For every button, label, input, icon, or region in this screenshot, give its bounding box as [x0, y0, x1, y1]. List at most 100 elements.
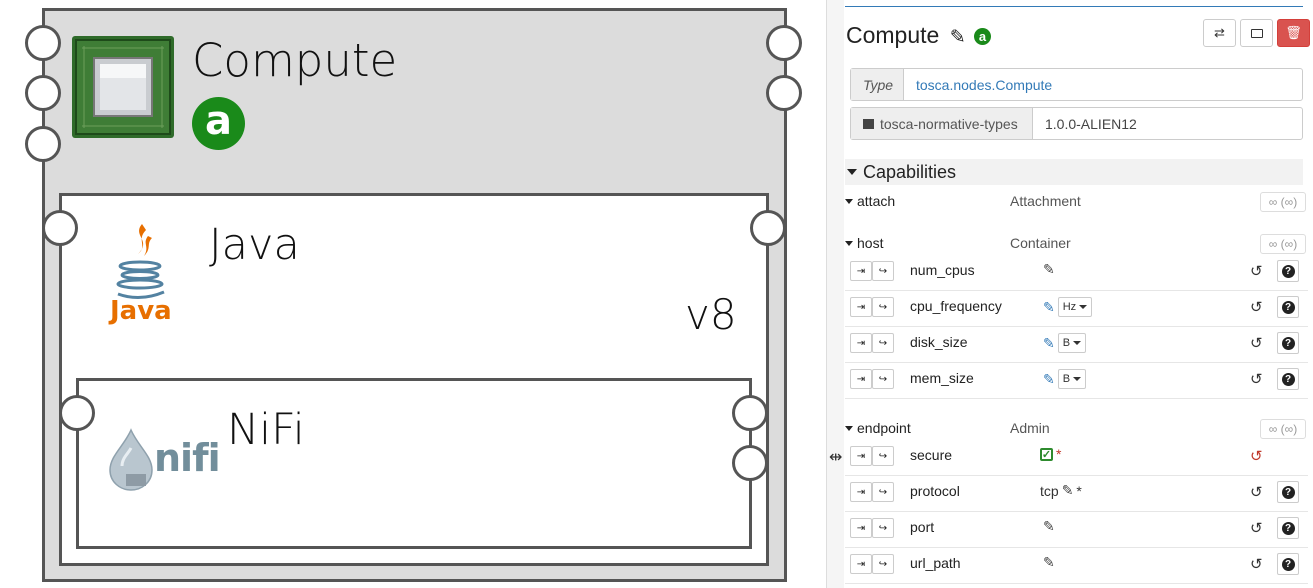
output-mapping-button[interactable]: ↪: [872, 333, 894, 353]
capability-endpoint-toggle[interactable]: endpoint: [845, 420, 911, 436]
question-icon: ?: [1281, 300, 1295, 314]
archive-version: 1.0.0-ALIEN12: [1045, 115, 1137, 132]
panel-splitter[interactable]: [826, 0, 844, 588]
compute-port-left-3[interactable]: [25, 126, 61, 162]
required-marker: *: [1076, 482, 1082, 499]
output-mapping-button[interactable]: ↪: [872, 369, 894, 389]
output-mapping-button[interactable]: ↪: [872, 261, 894, 281]
input-mapping-button[interactable]: ⇥: [850, 261, 872, 281]
property-value: ✎: [1040, 261, 1055, 278]
capability-bounds[interactable]: ∞ (∞): [1260, 192, 1306, 212]
delete-node-button[interactable]: 🗑: [1277, 19, 1310, 47]
property-value-text: tcp: [1040, 482, 1059, 499]
reset-property-icon[interactable]: ↺: [1250, 262, 1263, 280]
input-mapping-button[interactable]: ⇥: [850, 369, 872, 389]
caret-down-icon: [845, 425, 853, 431]
output-mapping-button[interactable]: ↪: [872, 518, 894, 538]
reset-property-icon[interactable]: ↺: [1250, 555, 1263, 573]
reset-property-icon[interactable]: ↺: [1250, 519, 1263, 537]
nifi-port-right-1[interactable]: [732, 395, 768, 431]
property-help-button[interactable]: ?: [1277, 296, 1299, 318]
resize-handle-icon[interactable]: ⇹: [829, 447, 842, 467]
type-value-link[interactable]: tosca.nodes.Compute: [904, 69, 1064, 100]
share-icon: ↪: [878, 301, 888, 313]
sign-in-icon: ⇥: [856, 558, 866, 570]
compute-port-left-1[interactable]: [25, 25, 61, 61]
property-row: ⇥ ↪ cpu_frequency ✎ Hz ↺ ?: [845, 291, 1308, 327]
nifi-port-left[interactable]: [59, 395, 95, 431]
property-value: ✎ B: [1040, 333, 1087, 353]
property-help-button[interactable]: ?: [1277, 260, 1299, 282]
property-row: ⇥ ↪ port ✎ ↺ ?: [845, 512, 1308, 548]
archive-info-box: tosca-normative-types 1.0.0-ALIEN12: [850, 107, 1303, 140]
capabilities-section-toggle[interactable]: Capabilities: [845, 159, 1303, 185]
capability-host-toggle[interactable]: host: [845, 235, 883, 251]
caret-down-icon: [1073, 377, 1082, 381]
reset-property-icon[interactable]: ↺: [1250, 483, 1263, 501]
archive-icon: [863, 118, 874, 129]
capability-type: Admin: [1010, 420, 1050, 436]
caret-down-icon: [847, 169, 857, 175]
output-mapping-button[interactable]: ↪: [872, 297, 894, 317]
property-help-button[interactable]: ?: [1277, 332, 1299, 354]
share-icon: ↪: [878, 450, 888, 462]
archive-label: tosca-normative-types: [851, 108, 1033, 139]
property-row: ⇥ ↪ protocol tcp ✎ * ↺ ?: [845, 476, 1308, 512]
sign-in-icon: ⇥: [856, 522, 866, 534]
property-name: num_cpus: [910, 262, 975, 278]
sign-in-icon: ⇥: [856, 265, 866, 277]
unit-select[interactable]: B: [1057, 369, 1087, 389]
edit-property-icon[interactable]: ✎: [1043, 518, 1055, 535]
output-mapping-button[interactable]: ↪: [872, 482, 894, 502]
unit-select[interactable]: Hz: [1057, 297, 1093, 317]
input-mapping-button[interactable]: ⇥: [850, 297, 872, 317]
input-mapping-button[interactable]: ⇥: [850, 333, 872, 353]
compute-port-right-1[interactable]: [766, 25, 802, 61]
input-mapping-button[interactable]: ⇥: [850, 446, 872, 466]
compute-port-left-2[interactable]: [25, 75, 61, 111]
required-marker: *: [1056, 446, 1062, 462]
property-help-button[interactable]: ?: [1277, 481, 1299, 503]
capability-bounds[interactable]: ∞ (∞): [1260, 419, 1306, 439]
edit-property-icon[interactable]: ✎: [1043, 371, 1055, 388]
compute-port-right-2[interactable]: [766, 75, 802, 111]
input-mapping-button[interactable]: ⇥: [850, 518, 872, 538]
replace-node-button[interactable]: ⇄: [1203, 19, 1236, 47]
share-icon: ↪: [878, 373, 888, 385]
output-mapping-button[interactable]: ↪: [872, 446, 894, 466]
property-value: ✎ Hz: [1040, 297, 1093, 317]
edit-property-icon[interactable]: ✎: [1043, 335, 1055, 352]
reset-property-icon[interactable]: ↺: [1250, 298, 1263, 316]
question-icon: ?: [1281, 372, 1295, 386]
caret-down-icon: [1079, 305, 1088, 309]
checkbox-checked-icon[interactable]: ✓: [1040, 447, 1053, 461]
topology-canvas[interactable]: Compute a Java Java v8 nifi NiFi: [0, 0, 826, 588]
reset-property-icon[interactable]: ↺: [1250, 447, 1263, 465]
property-name: mem_size: [910, 370, 974, 386]
property-help-button[interactable]: ?: [1277, 517, 1299, 539]
property-row: ⇥ ↪ secure ✓ * ↺: [845, 440, 1308, 476]
property-help-button[interactable]: ?: [1277, 368, 1299, 390]
edit-name-icon[interactable]: ✎: [950, 27, 966, 48]
edit-property-icon[interactable]: ✎: [1043, 554, 1055, 571]
input-mapping-button[interactable]: ⇥: [850, 554, 872, 574]
capability-bounds[interactable]: ∞ (∞): [1260, 234, 1306, 254]
reset-property-icon[interactable]: ↺: [1250, 370, 1263, 388]
edit-property-icon[interactable]: ✎: [1062, 482, 1074, 499]
property-help-button[interactable]: ?: [1277, 553, 1299, 575]
edit-property-icon[interactable]: ✎: [1043, 299, 1055, 316]
question-icon: ?: [1281, 485, 1295, 499]
node-details-button[interactable]: [1240, 19, 1273, 47]
capability-attach-toggle[interactable]: attach: [845, 193, 895, 209]
java-logo-text: Java: [110, 296, 172, 326]
reset-property-icon[interactable]: ↺: [1250, 334, 1263, 352]
nifi-port-right-2[interactable]: [732, 445, 768, 481]
output-mapping-button[interactable]: ↪: [872, 554, 894, 574]
input-mapping-button[interactable]: ⇥: [850, 482, 872, 502]
java-port-left[interactable]: [42, 210, 78, 246]
node-name-label: Compute: [846, 22, 940, 48]
unit-select[interactable]: B: [1057, 333, 1087, 353]
java-port-right[interactable]: [750, 210, 786, 246]
node-details-panel: Compute ✎ a ⇄ 🗑 Type tosca.nodes.Compute…: [845, 0, 1313, 588]
edit-property-icon[interactable]: ✎: [1043, 261, 1055, 278]
